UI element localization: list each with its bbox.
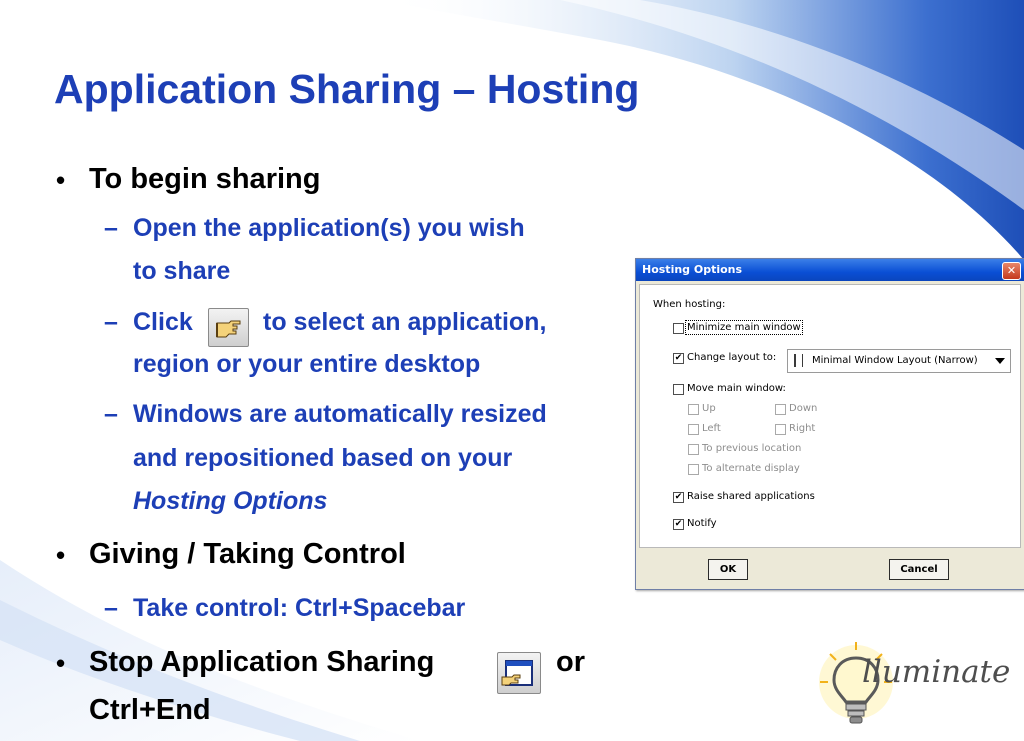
move-left-label: Left [702,423,721,434]
sub-windows-resized-line2: and repositioned based on your [133,444,513,472]
dash-marker: – [104,594,118,622]
minimize-main-window-checkbox[interactable] [673,323,684,334]
sub-click-text: Click [133,308,193,336]
when-hosting-label: When hosting: [653,299,726,310]
sub-open-apps-line1: Open the application(s) you wish [133,214,525,242]
sub-open-apps-line2: to share [133,257,231,285]
logo-wordmark: lluminate [862,654,1011,690]
raise-shared-apps-checkbox[interactable]: ✔ [673,492,684,503]
bullet-marker: • [56,648,66,678]
dialog-body: When hosting: Minimize main window ✔ Cha… [639,284,1021,548]
sub-click-text-rest: to select an application, [263,308,547,336]
bullet-marker: • [56,165,66,195]
sub-region-desktop: region or your entire desktop [133,350,481,378]
change-layout-checkbox[interactable]: ✔ [673,353,684,364]
dash-marker: – [104,400,118,428]
previous-location-label: To previous location [702,443,802,454]
bullet-marker: • [56,540,66,570]
dialog-title: Hosting Options [642,263,743,276]
move-left-checkbox[interactable] [688,424,699,435]
previous-location-checkbox[interactable] [688,444,699,455]
bullet-stop-sharing-shortcut: Ctrl+End [89,694,211,726]
bullet-list: • To begin sharing – Open the applicatio… [0,0,640,741]
pointing-hand-icon [216,320,241,338]
raise-shared-apps-label[interactable]: Raise shared applications [687,491,815,502]
layout-select-value: Minimal Window Layout (Narrow) [812,355,978,366]
sub-take-control-shortcut: Take control: Ctrl+Spacebar [133,594,466,622]
move-down-checkbox[interactable] [775,404,786,415]
share-application-button-icon [208,308,249,347]
bullet-giving-taking-control: Giving / Taking Control [89,538,406,570]
dash-marker: – [104,214,118,242]
elluminate-logo: lluminate [818,638,1018,736]
alternate-display-label: To alternate display [702,463,800,474]
ok-button[interactable]: OK [708,559,748,580]
notify-checkbox[interactable]: ✔ [673,519,684,530]
bullet-stop-sharing: Stop Application Sharing [89,646,435,678]
change-layout-label[interactable]: Change layout to: [687,352,776,363]
notify-label[interactable]: Notify [687,518,717,529]
minimize-main-window-label[interactable]: Minimize main window [685,320,803,335]
sub-hosting-options-emphasis: Hosting Options [133,487,328,515]
sub-windows-resized-line1: Windows are automatically resized [133,400,547,428]
move-down-label: Down [789,403,818,414]
move-right-checkbox[interactable] [775,424,786,435]
layout-icon [794,354,803,367]
dialog-title-bar: Hosting Options ✕ [636,259,1024,281]
move-up-label: Up [702,403,716,414]
move-main-window-checkbox[interactable] [673,384,684,395]
bullet-stop-sharing-or: or [556,646,585,678]
bullet-begin-sharing: To begin sharing [89,163,321,195]
chevron-down-icon[interactable] [995,358,1005,364]
layout-select[interactable]: Minimal Window Layout (Narrow) [787,349,1011,373]
move-right-label: Right [789,423,816,434]
close-icon[interactable]: ✕ [1002,262,1021,280]
dash-marker: – [104,308,118,336]
alternate-display-checkbox[interactable] [688,464,699,475]
stop-sharing-button-icon [497,652,541,694]
move-main-window-label[interactable]: Move main window: [687,383,786,394]
cancel-button[interactable]: Cancel [889,559,949,580]
hosting-options-dialog: Hosting Options ✕ When hosting: Minimize… [635,258,1024,590]
move-up-checkbox[interactable] [688,404,699,415]
stop-sharing-window-icon [501,660,533,686]
